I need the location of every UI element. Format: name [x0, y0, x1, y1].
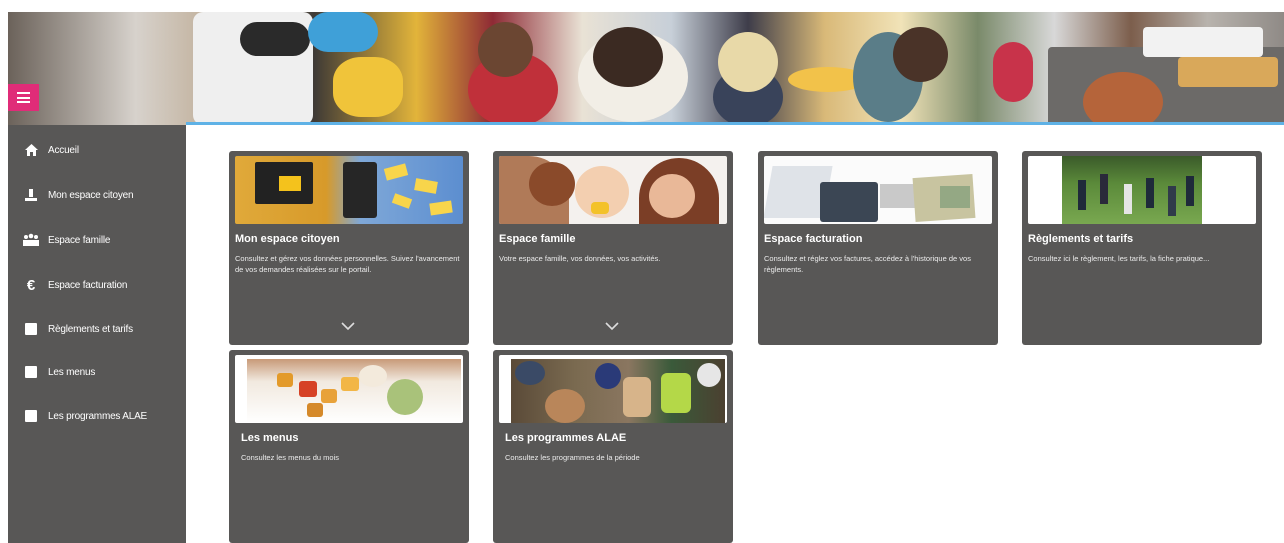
- sidebar-item-espace-famille[interactable]: Espace famille: [8, 225, 186, 255]
- card-espace-famille[interactable]: Espace famille Votre espace famille, vos…: [493, 151, 733, 345]
- card-title: Les programmes ALAE: [505, 432, 627, 444]
- card-description: Consultez les menus du mois: [241, 453, 339, 462]
- family-icon: [22, 232, 40, 248]
- card-description: Votre espace famille, vos données, vos a…: [499, 254, 661, 263]
- square-icon: [22, 321, 40, 337]
- square-icon: [22, 408, 40, 424]
- card-title: Les menus: [241, 432, 299, 444]
- sidebar-item-label: Espace famille: [48, 234, 111, 246]
- user-icon: [22, 187, 40, 203]
- euro-icon: €: [26, 276, 36, 294]
- card-image: [499, 156, 727, 224]
- square-icon: [22, 364, 40, 380]
- sidebar-item-les-menus[interactable]: Les menus: [8, 357, 186, 387]
- chevron-down-icon[interactable]: [605, 321, 619, 331]
- sidebar-item-label: Les programmes ALAE: [48, 410, 148, 422]
- card-image: [235, 355, 463, 423]
- card-title: Règlements et tarifs: [1028, 233, 1134, 245]
- card-title: Espace facturation: [764, 233, 863, 245]
- card-title: Mon espace citoyen: [235, 233, 340, 245]
- card-reglements-et-tarifs[interactable]: Règlements et tarifs Consultez ici le rè…: [1022, 151, 1262, 345]
- card-description: Consultez les programmes de la période: [505, 453, 640, 462]
- sidebar-menu: Accueil Mon espace citoyen Espace famill…: [8, 125, 186, 543]
- card-les-menus[interactable]: Les menus Consultez les menus du mois: [229, 350, 469, 543]
- header-banner-photo: [8, 12, 1284, 125]
- sidebar-item-label: Règlements et tarifs: [48, 323, 133, 335]
- card-image: [235, 156, 463, 224]
- menu-toggle-button[interactable]: [8, 84, 39, 111]
- sidebar-item-espace-facturation[interactable]: € Espace facturation: [8, 270, 186, 300]
- hamburger-icon: [17, 92, 30, 103]
- card-description: Consultez et gérez vos données personnel…: [235, 254, 460, 274]
- card-image: [764, 156, 992, 224]
- sidebar-item-mon-espace-citoyen[interactable]: Mon espace citoyen: [8, 180, 186, 210]
- card-description: Consultez ici le règlement, les tarifs, …: [1028, 254, 1210, 263]
- card-title: Espace famille: [499, 233, 576, 245]
- banner-accent-line: [186, 122, 1284, 125]
- card-image: [499, 355, 727, 423]
- sidebar-item-label: Les menus: [48, 366, 96, 378]
- sidebar-item-reglements-et-tarifs[interactable]: Règlements et tarifs: [8, 314, 186, 344]
- card-image: [1028, 156, 1256, 224]
- sidebar-item-label: Accueil: [48, 144, 79, 156]
- sidebar-item-label: Espace facturation: [48, 279, 128, 291]
- card-les-programmes-alae[interactable]: Les programmes ALAE Consultez les progra…: [493, 350, 733, 543]
- page-frame: Accueil Mon espace citoyen Espace famill…: [8, 12, 1284, 543]
- sidebar-item-accueil[interactable]: Accueil: [8, 135, 186, 165]
- sidebar-item-les-programmes-alae[interactable]: Les programmes ALAE: [8, 401, 186, 431]
- card-mon-espace-citoyen[interactable]: Mon espace citoyen Consultez et gérez vo…: [229, 151, 469, 345]
- sidebar-item-label: Mon espace citoyen: [48, 189, 134, 201]
- home-icon: [22, 142, 40, 158]
- chevron-down-icon[interactable]: [341, 321, 355, 331]
- card-espace-facturation[interactable]: Espace facturation Consultez et réglez v…: [758, 151, 998, 345]
- card-description: Consultez et réglez vos factures, accéde…: [764, 254, 971, 274]
